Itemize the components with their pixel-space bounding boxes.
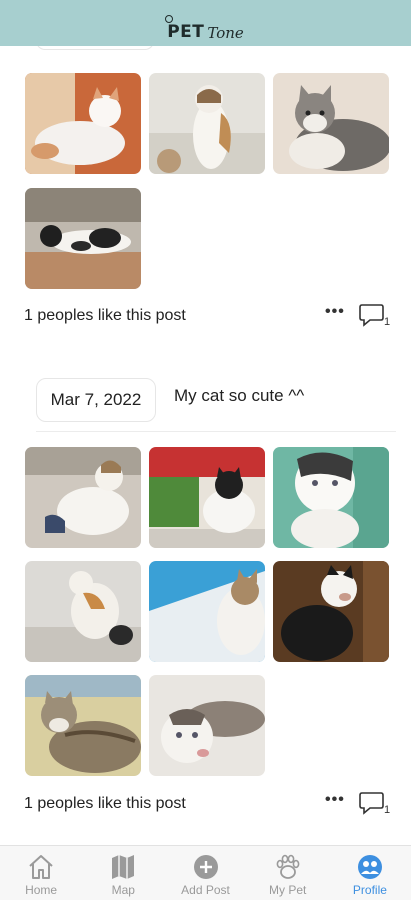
post-date-box-partial	[36, 46, 154, 50]
feed[interactable]: 1 peoples like this post ••• 1 Mar 7, 20…	[0, 46, 411, 845]
comment-count: 1	[384, 316, 391, 328]
comment-icon[interactable]	[359, 790, 387, 816]
logo-text-pet: PET	[167, 22, 205, 42]
cat-photo-6[interactable]	[149, 447, 265, 548]
profile-icon	[357, 855, 382, 879]
home-icon	[29, 855, 53, 879]
tab-profile-label: Profile	[352, 883, 387, 897]
cat-photo-1[interactable]	[25, 73, 141, 174]
cat-photo-3[interactable]	[273, 73, 389, 174]
tab-my-pet-label: My Pet	[269, 883, 307, 897]
more-options-button[interactable]: •••	[325, 791, 345, 809]
cat-photo-2[interactable]	[149, 73, 265, 174]
post-divider	[36, 431, 396, 432]
tab-map[interactable]: Map	[82, 846, 164, 900]
comment-count: 1	[384, 804, 391, 816]
tab-home[interactable]: Home	[0, 846, 82, 900]
tab-my-pet[interactable]: My Pet	[247, 846, 329, 900]
add-icon	[193, 855, 218, 879]
tab-add-post-label: Add Post	[181, 883, 230, 897]
tab-add-post[interactable]: Add Post	[164, 846, 246, 900]
cat-photo-4[interactable]	[25, 188, 141, 289]
post-date-box: Mar 7, 2022	[36, 378, 156, 422]
cat-photo-11[interactable]	[25, 675, 141, 776]
more-options-button[interactable]: •••	[325, 303, 345, 321]
bottom-tab-bar: Home Map Add Post My Pet Profile	[0, 845, 411, 900]
cat-photo-7[interactable]	[273, 447, 389, 548]
cat-photo-10[interactable]	[273, 561, 389, 662]
likes-text: 1 peoples like this post	[24, 795, 186, 812]
tab-profile[interactable]: Profile	[329, 846, 411, 900]
tab-map-label: Map	[111, 883, 135, 897]
comment-icon[interactable]	[359, 302, 387, 328]
app-logo: PET Tone	[165, 15, 244, 42]
tab-home-label: Home	[25, 883, 58, 897]
post-date: Mar 7, 2022	[50, 390, 142, 409]
paw-icon	[276, 854, 300, 879]
map-icon	[112, 855, 135, 879]
app-header: PET Tone	[0, 0, 411, 46]
cat-photo-5[interactable]	[25, 447, 141, 548]
likes-text: 1 peoples like this post	[24, 307, 186, 324]
cat-photo-9[interactable]	[149, 561, 265, 662]
cat-photo-12[interactable]	[149, 675, 265, 776]
cat-photo-8[interactable]	[25, 561, 141, 662]
post-caption: My cat so cute ^^	[174, 386, 305, 405]
logo-text-tone: Tone	[207, 24, 244, 42]
